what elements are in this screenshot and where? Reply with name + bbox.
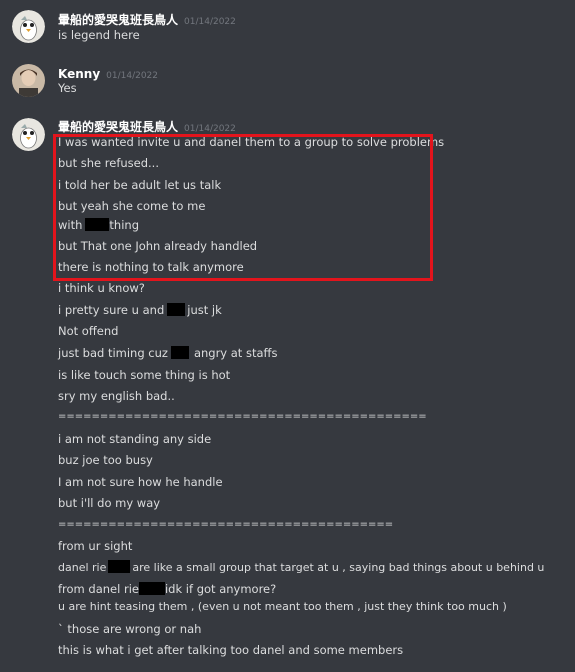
message-line: i think u know? [58, 281, 145, 295]
message-header: Kenny 01/14/2022 [58, 63, 158, 81]
message-line: Yes [58, 81, 77, 95]
message-line: I am not sure how he handle [58, 475, 223, 489]
message-line: sry my english bad.. [58, 389, 175, 403]
redaction-block [108, 560, 131, 573]
message-header: 暈船的愛哭鬼班長鳥人 01/14/2022 [58, 9, 236, 27]
redaction-block [138, 582, 165, 595]
message-line: buz joe too busy [58, 453, 153, 467]
message-line: ` those are wrong or nah [58, 622, 202, 636]
message-line: is legend here [58, 28, 140, 42]
timestamp: 01/14/2022 [184, 124, 236, 134]
message-line: but i'll do my way [58, 496, 161, 510]
username[interactable]: 暈船的愛哭鬼班長鳥人 [58, 120, 178, 134]
redaction-block [170, 346, 189, 359]
message-line: i am not standing any side [58, 432, 212, 446]
message-line: is like touch some thing is hot [58, 368, 231, 382]
message-line: from ur sight [58, 539, 133, 553]
message-text: just bad timing cuz [58, 346, 168, 360]
message-line: danel rie are like a small group that tar… [58, 560, 544, 576]
message-text: from danel rie [58, 582, 139, 596]
message-line: u are hint teasing them , (even u not me… [58, 600, 507, 613]
message-line: from danel rie idk if got anymore? [58, 581, 276, 597]
message-group: Kenny 01/14/2022 Yes [0, 55, 575, 105]
separator-line: ======================================== [58, 519, 394, 530]
message-text: idk if got anymore? [164, 582, 277, 596]
message-group: 暈船的愛哭鬼班長鳥人 01/14/2022 is legend here [0, 0, 575, 50]
message-line: this is what i get after talking too dan… [58, 643, 404, 657]
user-photo-avatar[interactable] [12, 64, 45, 97]
message-text: danel rie [58, 561, 107, 574]
message-line: just bad timing cuz angry at staffs [58, 345, 277, 361]
message-text: are like a small group that target at u … [132, 561, 545, 574]
message-line: i pretty sure u and just jk [58, 302, 222, 318]
message-line: Not offend [58, 324, 119, 338]
timestamp: 01/14/2022 [184, 17, 236, 27]
red-highlight-box [53, 134, 433, 281]
redaction-block [167, 303, 186, 316]
message-text: angry at staffs [193, 346, 278, 360]
username[interactable]: Kenny [58, 67, 100, 81]
bird-avatar[interactable] [12, 10, 45, 43]
timestamp: 01/14/2022 [106, 71, 159, 81]
username[interactable]: 暈船的愛哭鬼班長鳥人 [58, 13, 178, 27]
message-text: i pretty sure u and [58, 303, 165, 317]
message-header: 暈船的愛哭鬼班長鳥人 01/14/2022 [58, 116, 236, 134]
bird-avatar[interactable] [12, 118, 45, 151]
separator-line: ========================================… [58, 411, 427, 422]
message-text: just jk [187, 303, 222, 317]
